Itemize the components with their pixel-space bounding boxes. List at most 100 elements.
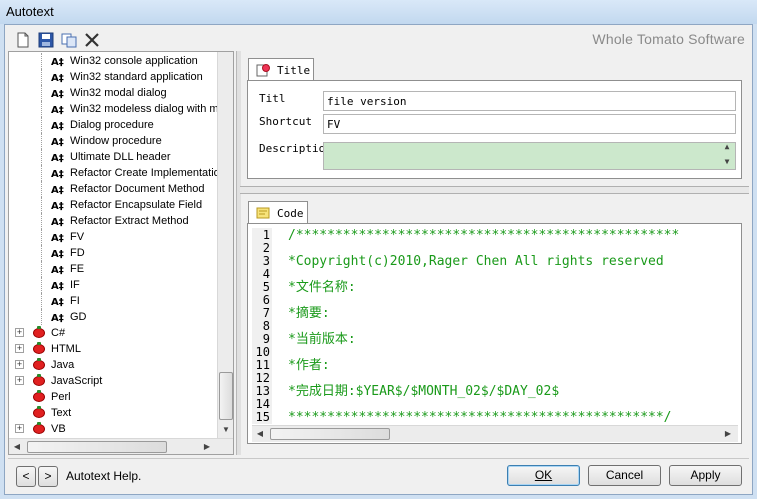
tomato-icon — [33, 326, 45, 338]
tree-vscroll-thumb[interactable] — [219, 372, 233, 420]
tree-category-label: HTML — [51, 343, 81, 355]
shortcut-field[interactable]: FV — [323, 114, 736, 134]
tree-item-label: Win32 console application — [70, 55, 198, 67]
tree-category-6[interactable]: + VB — [9, 421, 215, 437]
copy-icon — [61, 33, 77, 48]
tree-category-1[interactable]: + HTML — [9, 341, 215, 357]
horizontal-splitter[interactable] — [240, 186, 749, 194]
tree-item[interactable]: A‡ Ultimate DLL header — [9, 149, 215, 165]
tree-item[interactable]: A‡ FI — [9, 293, 215, 309]
code-line: /***************************************… — [288, 228, 680, 243]
code-scroll-left-arrow[interactable]: ◀ — [252, 426, 268, 442]
tree-item[interactable]: A‡ Win32 console application — [9, 53, 215, 69]
tree-category-4[interactable]: Perl — [9, 389, 215, 405]
tree-hscroll-thumb[interactable] — [27, 441, 167, 453]
tree-connector — [41, 261, 43, 277]
tab-title[interactable]: Title — [248, 58, 314, 81]
tree-item[interactable]: A‡ FE — [9, 261, 215, 277]
tomato-icon — [33, 406, 45, 418]
tree-category-label: Text — [51, 407, 72, 419]
tree-connector — [41, 149, 43, 165]
description-field[interactable]: ▲ ▼ — [323, 142, 736, 170]
expand-icon[interactable]: + — [15, 424, 24, 433]
tree-scroll-left-arrow[interactable]: ◀ — [9, 439, 25, 454]
tree-item-label: Win32 standard application — [70, 71, 203, 83]
save-button[interactable] — [37, 31, 55, 49]
line-number: 15 — [255, 410, 270, 424]
tree-item[interactable]: A‡ Refactor Document Method — [9, 181, 215, 197]
code-line: ****************************************… — [288, 410, 672, 425]
tree-category-0[interactable]: + C# — [9, 325, 215, 341]
tree-item[interactable]: A‡ Win32 modal dialog — [9, 85, 215, 101]
window-title-bar[interactable]: Autotext — [0, 0, 757, 24]
tree-horizontal-scrollbar[interactable]: ◀ ▶ — [9, 438, 233, 454]
expand-icon[interactable]: + — [15, 376, 24, 385]
tree-item[interactable]: A‡ GD — [9, 309, 215, 325]
tree-connector — [41, 197, 43, 213]
delete-button[interactable] — [83, 31, 101, 49]
tree-item[interactable]: A‡ Window procedure — [9, 133, 215, 149]
code-line: *摘要: — [288, 306, 330, 321]
description-field-label: Descriptio — [259, 142, 326, 155]
code-line: *Copyright(c)2010,Rager Chen All rights … — [288, 254, 664, 269]
next-button[interactable]: > — [38, 466, 58, 487]
tree-item[interactable]: A‡ Win32 standard application — [9, 69, 215, 85]
description-scroll-up-arrow[interactable]: ▲ — [719, 141, 735, 153]
tab-code[interactable]: Code — [248, 201, 308, 224]
autotext-tree[interactable]: A‡ Win32 console application A‡ Win32 stand… — [8, 51, 234, 455]
tree-item-label: Refactor Create Implementation — [70, 167, 226, 179]
tree-connector — [41, 229, 43, 245]
expand-icon[interactable]: + — [15, 328, 24, 337]
tree-category-label: Perl — [51, 391, 71, 403]
apply-button[interactable]: Apply — [669, 465, 742, 486]
code-tab-icon — [256, 207, 270, 219]
tree-scroll-right-arrow[interactable]: ▶ — [199, 439, 215, 454]
tree-item[interactable]: A‡ FD — [9, 245, 215, 261]
tab-title-label: Title — [277, 64, 311, 77]
tree-item[interactable]: A‡ IF — [9, 277, 215, 293]
previous-button[interactable]: < — [16, 466, 36, 487]
tomato-icon — [33, 374, 45, 386]
expand-icon[interactable]: + — [15, 360, 24, 369]
tree-connector — [41, 85, 43, 101]
code-line: *文件名称: — [288, 280, 356, 295]
autotext-help-link[interactable]: Autotext Help. — [66, 469, 141, 483]
tree-connector — [41, 117, 43, 133]
tree-item[interactable]: A‡ Refactor Encapsulate Field — [9, 197, 215, 213]
tree-scroll-down-arrow[interactable]: ▼ — [218, 422, 233, 438]
tree-item[interactable]: A‡ Win32 modeless dialog with me — [9, 101, 225, 117]
cancel-button[interactable]: Cancel — [588, 465, 661, 486]
tree-category-3[interactable]: + JavaScript — [9, 373, 215, 389]
tree-vertical-scrollbar[interactable]: ▼ — [217, 52, 233, 438]
tree-item-label: FD — [70, 247, 85, 259]
title-tab-icon — [256, 64, 270, 77]
tree-item-label: Refactor Encapsulate Field — [70, 199, 203, 211]
tomato-icon — [33, 342, 45, 354]
title-field[interactable]: file version — [323, 91, 736, 111]
tree-item[interactable]: A‡ FV — [9, 229, 215, 245]
tree-item[interactable]: A‡ Dialog procedure — [9, 117, 215, 133]
tomato-icon — [33, 358, 45, 370]
tree-item-label: FE — [70, 263, 85, 275]
ok-button[interactable]: OK — [507, 465, 580, 486]
footer-separator — [8, 458, 749, 459]
tree-category-5[interactable]: Text — [9, 405, 215, 421]
tree-item-label: GD — [70, 311, 87, 323]
tree-item[interactable]: A‡ Refactor Extract Method — [9, 213, 215, 229]
copy-button[interactable] — [60, 31, 78, 49]
tree-item-label: IF — [70, 279, 80, 291]
apply-button-label: Apply — [690, 468, 721, 482]
tree-category-2[interactable]: + Java — [9, 357, 215, 373]
code-hscroll-thumb[interactable] — [270, 428, 390, 440]
code-horizontal-scrollbar[interactable]: ◀ ▶ — [252, 425, 738, 442]
code-scroll-right-arrow[interactable]: ▶ — [720, 426, 736, 442]
expand-icon[interactable]: + — [15, 344, 24, 353]
description-scroll-down-arrow[interactable]: ▼ — [719, 156, 735, 168]
tree-connector — [41, 69, 43, 85]
tomato-icon — [33, 390, 45, 402]
tree-item-label: FV — [70, 231, 85, 243]
vertical-splitter[interactable] — [236, 51, 241, 455]
tree-item[interactable]: A‡ Refactor Create Implementation — [9, 165, 226, 181]
code-line: *当前版本: — [288, 332, 356, 347]
new-button[interactable] — [14, 31, 32, 49]
